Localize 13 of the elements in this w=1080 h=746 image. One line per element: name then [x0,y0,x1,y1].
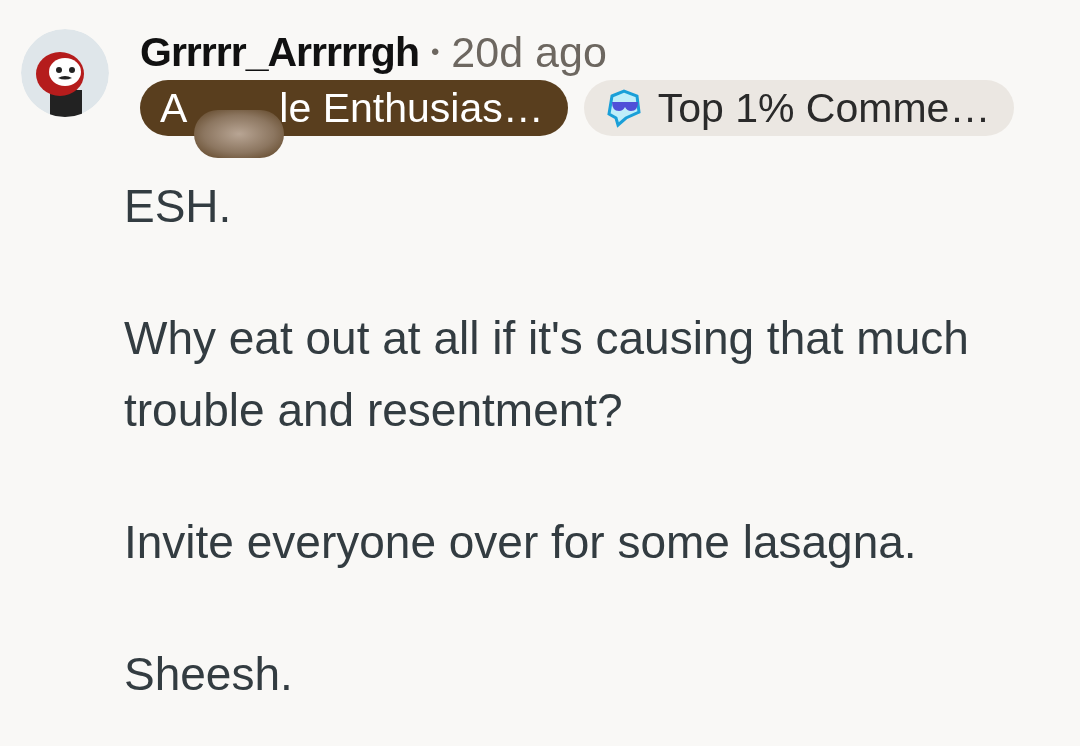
comment-paragraph: ESH. [124,179,233,234]
comment-paragraph: Sheesh. [124,647,294,702]
comment-paragraph: Invite everyone over for some lasagna. [124,515,918,570]
flair-text: Top 1% Comme… [657,84,991,132]
achievement-flair[interactable]: Top 1% Comme… [583,80,1015,136]
username[interactable]: Grrrrr_Arrrrrgh [140,28,419,76]
flair-text: A [160,84,188,132]
separator-dot: • [430,38,440,66]
flair-text: le Enthusias… [279,84,544,132]
avatar-icon[interactable] [20,28,110,118]
user-flair[interactable]: A le Enthusias… [140,80,568,136]
comment-paragraph: Why eat out at all if it's causing that much trouble and resentment? [124,311,970,438]
timestamp: 20d ago [451,27,607,77]
